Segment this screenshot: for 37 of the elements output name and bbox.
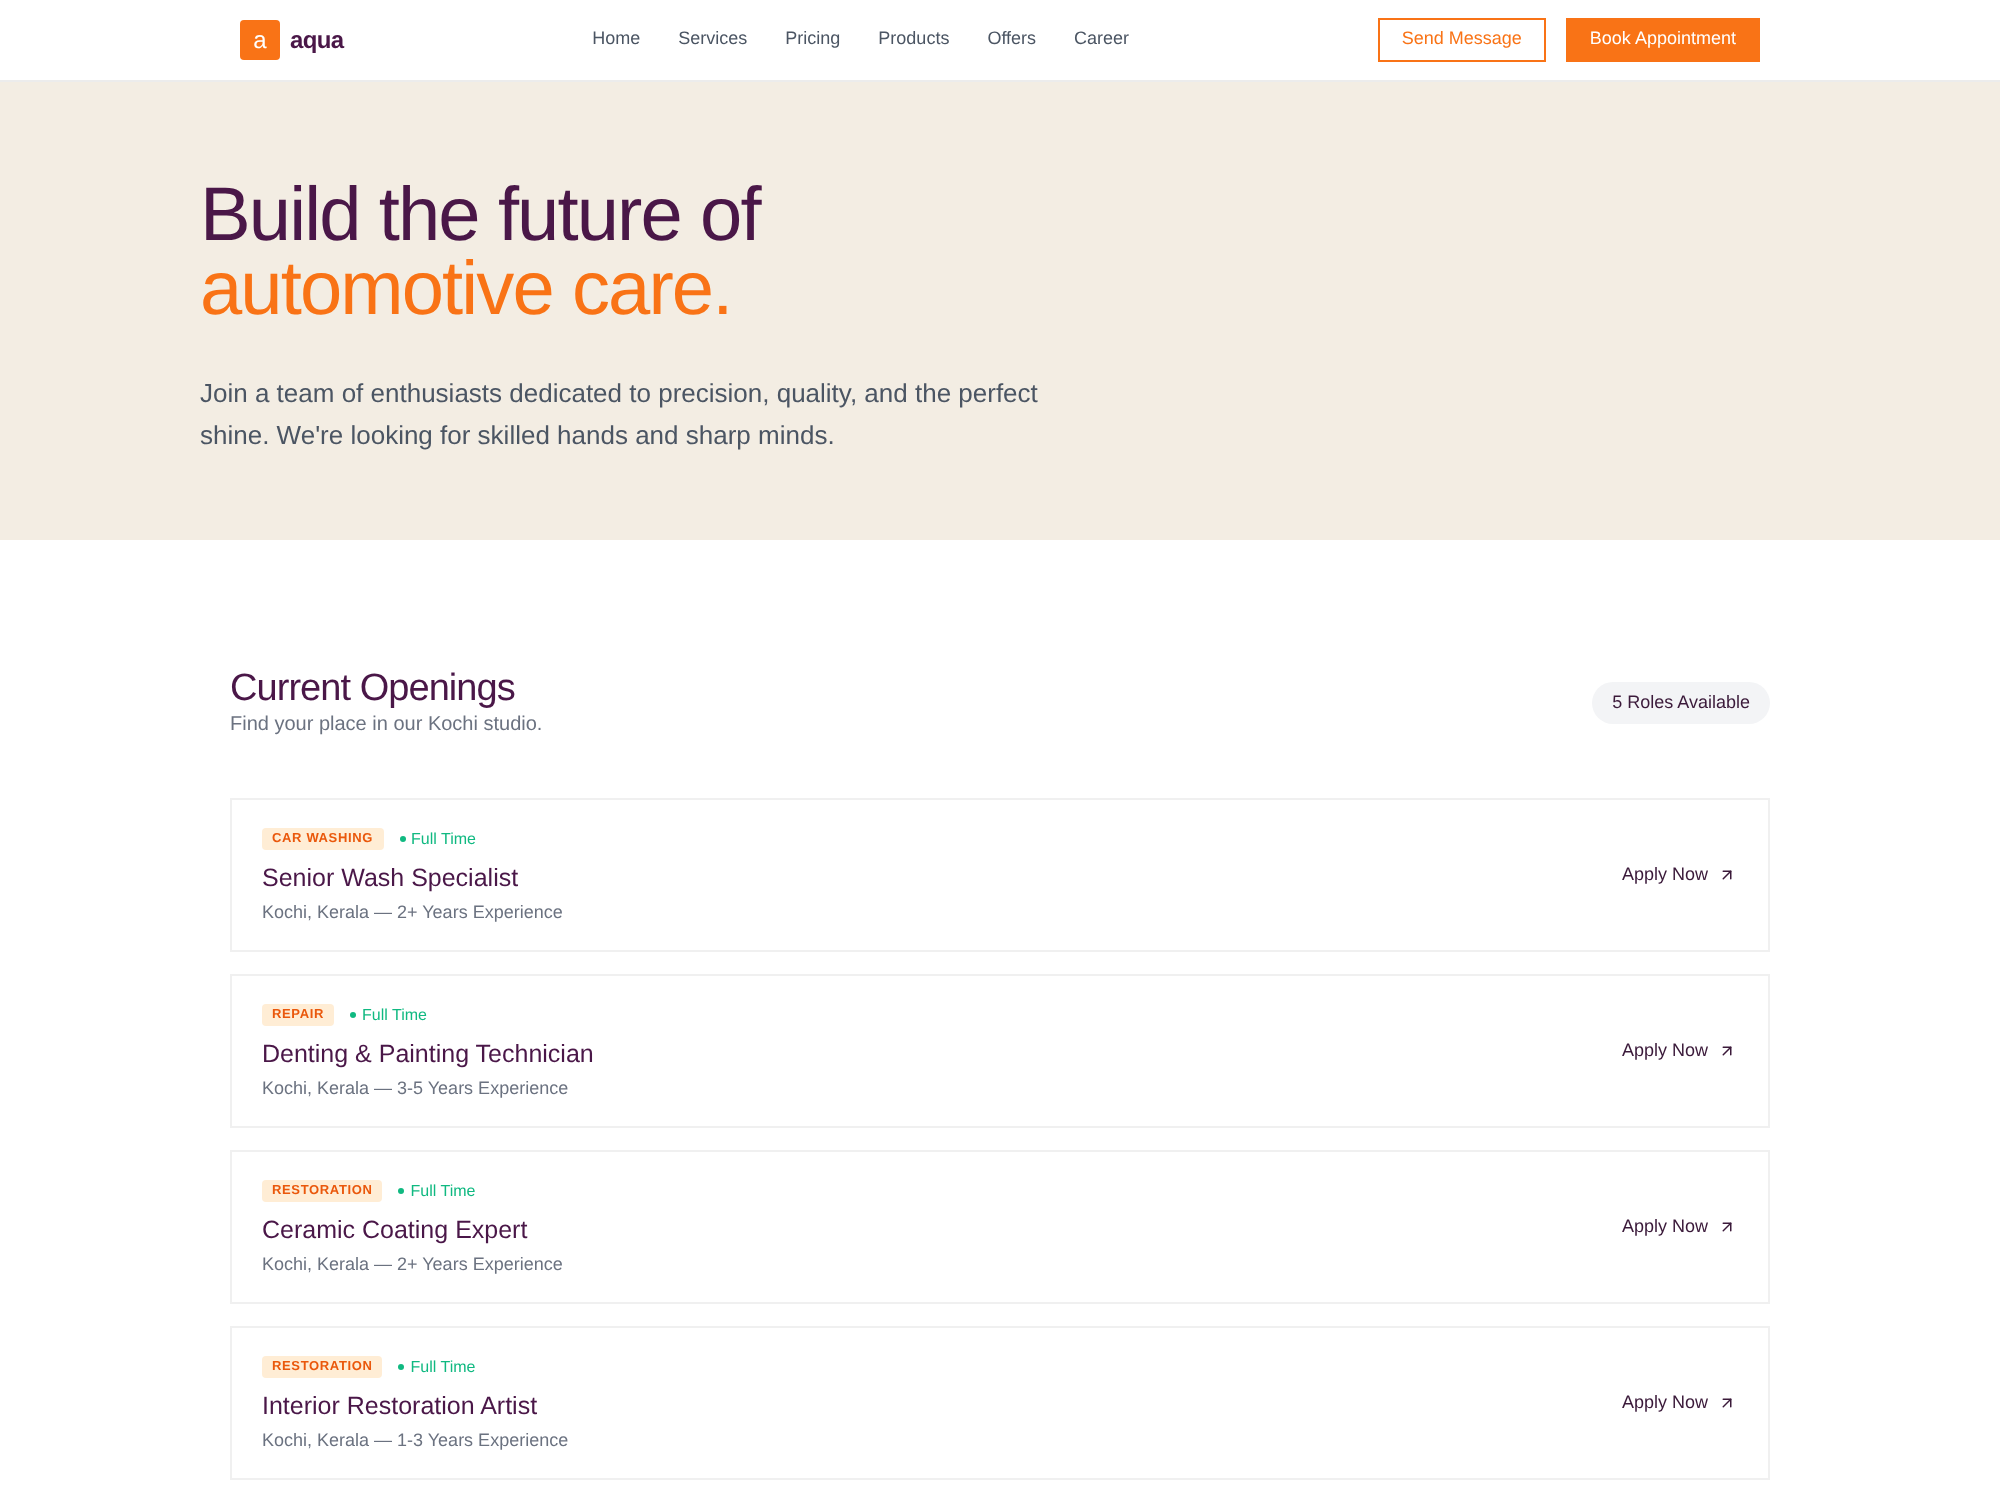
nav-link[interactable]: Home [592,26,641,54]
job-title: Denting & Painting Technician [262,1037,594,1069]
job-title: Interior Restoration Artist [262,1389,538,1421]
arrow-up-right-icon [1718,866,1736,884]
nav-link[interactable]: Products [878,26,950,54]
job-type-label: Full Time [410,1179,476,1203]
job-details: Kochi, Kerala — 3-5 Years Experience [262,1075,569,1099]
job-type-label: Full Time [410,1355,476,1379]
apply-now-link[interactable]: Apply Now [1621,1037,1736,1065]
roles-count-badge: 5 Roles Available [1592,682,1770,724]
arrow-up-right-icon [1718,1042,1736,1060]
status-dot-icon [350,1012,357,1018]
job-details: Kochi, Kerala — 1-3 Years Experience [262,1427,569,1451]
logo-wordmark[interactable]: aqua [290,22,344,58]
apply-now-link[interactable]: Apply Now [1621,1213,1736,1241]
job-details: Kochi, Kerala — 2+ Years Experience [262,1251,563,1275]
nav-link[interactable]: Career [1074,26,1130,54]
job-title: Ceramic Coating Expert [262,1213,528,1245]
apply-now-link[interactable]: Apply Now [1621,1389,1736,1417]
section-subtitle: Find your place in our Kochi studio. [230,712,543,738]
status-dot-icon [398,1364,405,1370]
hero-title: Build the future of [200,180,760,254]
nav-link[interactable]: Services [678,26,748,54]
nav-link[interactable]: Offers [987,26,1037,54]
hero-title-highlight: automotive care. [200,254,732,328]
arrow-up-right-icon [1718,1394,1736,1412]
arrow-up-right-icon [1718,1218,1736,1236]
job-type-label: Full Time [362,1003,427,1027]
nav-link[interactable]: Pricing [785,26,841,54]
hero-description: Join a team of enthusiasts dedicated to precision, quality, and the perfect shine. We're looking for skilled hands and sharp minds. [200,376,1040,454]
job-details: Kochi, Kerala — 2+ Years Experience [262,899,563,923]
job-type-label: Full Time [411,827,476,851]
job-title: Senior Wash Specialist [262,861,519,893]
status-dot-icon [398,1188,405,1194]
section-title: Current Openings [230,668,515,712]
status-dot-icon [399,836,406,842]
apply-now-link[interactable]: Apply Now [1621,861,1736,889]
